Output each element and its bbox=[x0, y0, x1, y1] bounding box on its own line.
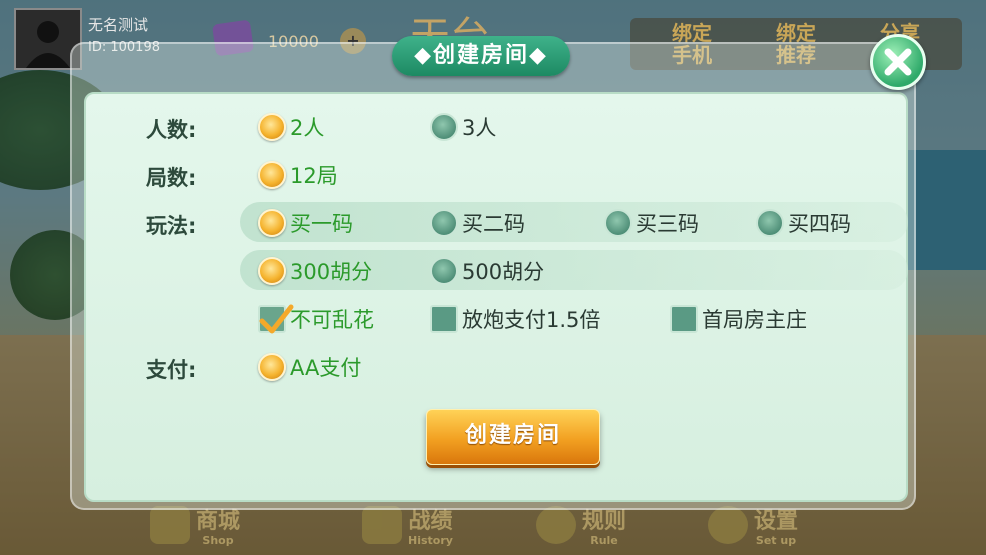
checkbox-checked-icon bbox=[258, 304, 294, 334]
gear-icon bbox=[708, 506, 748, 544]
radio-selected-icon bbox=[258, 353, 286, 381]
nav-shop-sub: Shop bbox=[202, 534, 234, 547]
radio-unselected-icon bbox=[756, 209, 784, 237]
radio-unselected-icon bbox=[430, 209, 458, 237]
option-12-rounds[interactable]: 12局 bbox=[258, 160, 338, 190]
create-room-button-label: 创建房间 bbox=[464, 423, 561, 448]
option-aa-payment[interactable]: AA支付 bbox=[258, 352, 361, 382]
checkbox-host-first-dealer[interactable]: 首局房主庄 bbox=[670, 304, 807, 334]
players-label: 人数: bbox=[146, 118, 197, 142]
radio-selected-icon bbox=[258, 161, 286, 189]
radio-selected-icon bbox=[258, 113, 286, 141]
option-buy-2[interactable]: 买二码 bbox=[430, 208, 525, 238]
option-buy-1[interactable]: 买一码 bbox=[258, 208, 353, 238]
dialog-title-bar: ◆创建房间◆ bbox=[392, 36, 570, 76]
player-name: 无名测试 bbox=[88, 16, 149, 34]
help-icon bbox=[536, 506, 576, 544]
option-300-points[interactable]: 300胡分 bbox=[258, 256, 372, 286]
radio-selected-icon bbox=[258, 257, 286, 285]
checkbox-unchecked-icon bbox=[430, 305, 458, 333]
option-3-players[interactable]: 3人 bbox=[430, 112, 496, 142]
checkbox-unchecked-icon bbox=[670, 305, 698, 333]
radio-unselected-icon bbox=[430, 257, 458, 285]
radio-unselected-icon bbox=[604, 209, 632, 237]
checkbox-discard-pay-1-5[interactable]: 放炮支付1.5倍 bbox=[430, 304, 600, 334]
dialog-title: ◆创建房间◆ bbox=[414, 43, 548, 68]
nav-settings-sub: Set up bbox=[755, 534, 797, 547]
option-buy-3[interactable]: 买三码 bbox=[604, 208, 699, 238]
option-buy-4[interactable]: 买四码 bbox=[756, 208, 851, 238]
nav-history-sub: History bbox=[408, 534, 453, 547]
radio-unselected-icon bbox=[430, 113, 458, 141]
close-icon bbox=[884, 48, 912, 76]
history-icon bbox=[362, 506, 402, 544]
checkbox-no-random-flower[interactable]: 不可乱花 bbox=[258, 304, 374, 334]
payment-label: 支付: bbox=[146, 358, 197, 382]
create-room-button[interactable]: 创建房间 bbox=[426, 409, 600, 465]
shop-icon bbox=[150, 506, 190, 544]
option-500-points[interactable]: 500胡分 bbox=[430, 256, 544, 286]
mode-label: 玩法: bbox=[146, 214, 197, 238]
rounds-label: 局数: bbox=[146, 166, 197, 190]
option-2-players[interactable]: 2人 bbox=[258, 112, 324, 142]
nav-rule-sub: Rule bbox=[590, 534, 618, 547]
close-button[interactable] bbox=[870, 34, 926, 90]
radio-selected-icon bbox=[258, 209, 286, 237]
checkmark-icon bbox=[259, 304, 294, 334]
